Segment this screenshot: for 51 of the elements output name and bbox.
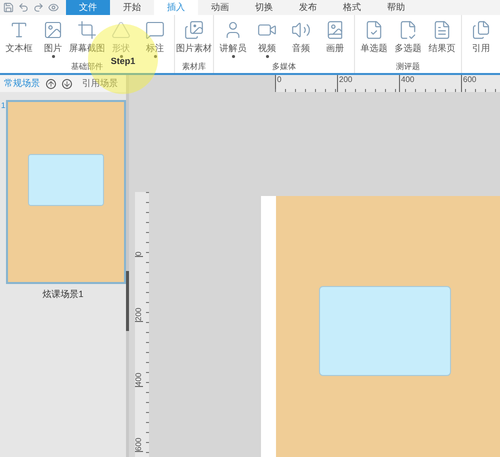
- ribbon-tab[interactable]: 切换: [242, 0, 286, 15]
- group-label: 素材库: [182, 61, 206, 73]
- ribbon-tab[interactable]: 帮助: [374, 0, 418, 15]
- ribbon-tab[interactable]: 动画: [198, 0, 242, 15]
- ribbon-button[interactable]: 音频: [284, 15, 318, 61]
- move-up-icon[interactable]: [46, 78, 56, 88]
- horizontal-ruler: 0 200 400 600: [275, 75, 500, 92]
- ribbon-tab[interactable]: 格式: [330, 0, 374, 15]
- ribbon-tab[interactable]: 开始: [110, 0, 154, 15]
- vertical-ruler: 0 200 400 600: [135, 192, 149, 457]
- slide-canvas[interactable]: [261, 196, 500, 457]
- album-icon: [325, 20, 345, 40]
- move-down-icon[interactable]: [62, 78, 72, 88]
- undo-icon[interactable]: [18, 2, 29, 13]
- scene-number: 1: [0, 100, 6, 112]
- ribbon-button[interactable]: 画册: [318, 15, 352, 61]
- ribbon-tab[interactable]: 插入: [154, 0, 198, 15]
- images-icon: [184, 20, 204, 40]
- save-icon[interactable]: [3, 2, 14, 13]
- ribbon-button[interactable]: 视频: [250, 15, 284, 61]
- ribbon-button[interactable]: 单选题: [357, 15, 391, 61]
- text-box-icon: [9, 20, 29, 40]
- ribbon-button[interactable]: 图片: [36, 15, 70, 61]
- splitter-handle[interactable]: [126, 271, 129, 331]
- document-check-icon: [398, 20, 418, 40]
- ribbon-button[interactable]: 图片素材: [177, 15, 211, 61]
- scene-name: 炫课场景1: [42, 288, 84, 301]
- shape-rectangle[interactable]: [319, 286, 451, 376]
- document-check-icon: [364, 20, 384, 40]
- ribbon-button[interactable]: 标注: [138, 15, 172, 61]
- ribbon-button[interactable]: 文本框: [2, 15, 36, 61]
- group-label: 测评题: [396, 61, 420, 73]
- ribbon-button[interactable]: 屏幕截图: [70, 15, 104, 61]
- group-label: 基础部件: [71, 61, 103, 73]
- ribbon-button[interactable]: 结果页: [425, 15, 459, 61]
- callout-icon: [145, 20, 165, 40]
- preview-icon[interactable]: [48, 2, 59, 13]
- document-icon: [432, 20, 452, 40]
- ribbon-button[interactable]: 引用: [464, 15, 498, 73]
- file-menu-button[interactable]: 文件: [66, 0, 110, 15]
- crop-icon: [77, 20, 97, 40]
- ribbon-tab[interactable]: 发布: [286, 0, 330, 15]
- group-label: 多媒体: [272, 61, 296, 73]
- image-icon: [43, 20, 63, 40]
- speaker-icon: [291, 20, 311, 40]
- triangle-icon: [111, 20, 131, 40]
- redo-icon[interactable]: [33, 2, 44, 13]
- ribbon-button[interactable]: 讲解员: [216, 15, 250, 61]
- scene-thumbnail[interactable]: [6, 100, 126, 284]
- files-icon: [471, 20, 491, 40]
- ribbon-button[interactable]: 多选题: [391, 15, 425, 61]
